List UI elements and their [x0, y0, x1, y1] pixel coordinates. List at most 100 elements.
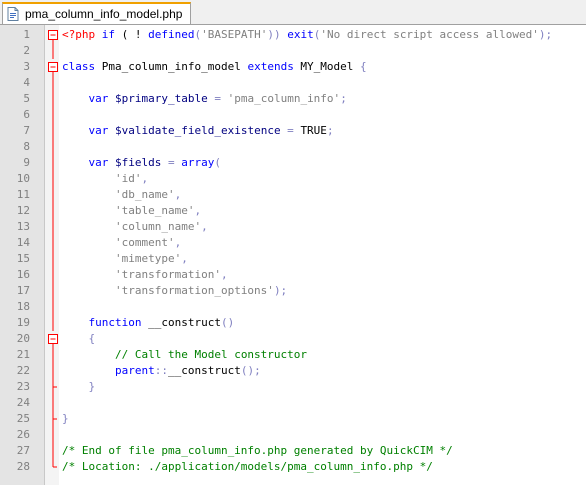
line-number: 10 — [16, 172, 30, 185]
fold-guide-icon — [48, 187, 58, 203]
code-line[interactable]: 20 { — [0, 331, 586, 347]
line-number: 18 — [16, 300, 30, 313]
code-token: __construct — [167, 364, 241, 377]
fold-guide-icon — [48, 363, 58, 379]
code-text: /* End of file pma_column_info.php gener… — [62, 443, 453, 459]
code-token: = — [161, 156, 182, 169]
code-token: ( — [214, 156, 221, 169]
code-line[interactable]: 10 'id', — [0, 171, 586, 187]
code-token: exit — [287, 28, 314, 41]
line-number: 25 — [16, 412, 30, 425]
code-text: { — [62, 331, 96, 347]
code-token: 'transformation_options' — [114, 284, 274, 297]
code-text: 'table_name', — [62, 203, 201, 219]
code-editor[interactable]: 1 <?php if ( ! defined('BASEPATH')) exit(… — [0, 25, 586, 485]
code-area[interactable]: 1 <?php if ( ! defined('BASEPATH')) exit(… — [0, 27, 586, 475]
code-token: $fields — [108, 156, 162, 169]
code-text: var $primary_table = 'pma_column_info'; — [62, 91, 347, 107]
fold-toggle-icon[interactable] — [48, 59, 58, 75]
code-line[interactable]: 22 parent::__construct(); — [0, 363, 586, 379]
code-line[interactable]: 18 — [0, 299, 586, 315]
code-text: } — [62, 411, 69, 427]
code-line[interactable]: 1 <?php if ( ! defined('BASEPATH')) exit(… — [0, 27, 586, 43]
code-token: (); — [240, 364, 261, 377]
code-line[interactable]: 24 — [0, 395, 586, 411]
code-text: parent::__construct(); — [62, 363, 261, 379]
code-line[interactable]: 25} — [0, 411, 586, 427]
code-token: 'id' — [114, 172, 142, 185]
line-number: 8 — [23, 140, 30, 153]
code-token: ; — [326, 124, 334, 137]
code-token: MY_Model — [293, 60, 361, 73]
file-tab[interactable]: pma_column_info_model.php — [2, 2, 192, 24]
code-line[interactable]: 15 'mimetype', — [0, 251, 586, 267]
code-token: 'No direct script access allowed' — [320, 28, 539, 41]
code-token: } — [88, 380, 96, 393]
fold-guide-icon — [48, 155, 58, 171]
fold-guide-icon — [48, 267, 58, 283]
line-number: 13 — [16, 220, 30, 233]
code-token: defined — [148, 28, 195, 41]
fold-guide-icon — [48, 251, 58, 267]
tab-bar: pma_column_info_model.php — [0, 0, 586, 25]
code-line[interactable]: 6 — [0, 107, 586, 123]
code-token: ; — [340, 92, 347, 105]
code-text: 'column_name', — [62, 219, 208, 235]
fold-guide-icon — [48, 75, 58, 91]
code-token: $primary_table — [108, 92, 208, 105]
code-token: var — [88, 92, 109, 105]
code-line[interactable]: 13 'column_name', — [0, 219, 586, 235]
code-line[interactable]: 5 var $primary_table = 'pma_column_info'… — [0, 91, 586, 107]
code-line[interactable]: 2 — [0, 43, 586, 59]
code-token: $validate_field_existence — [108, 124, 281, 137]
code-line[interactable]: 28 /* Location: ./application/models/pma_… — [0, 459, 586, 475]
line-number: 6 — [23, 108, 30, 121]
line-number: 2 — [23, 44, 30, 57]
code-text: 'id', — [62, 171, 148, 187]
code-token: ); — [538, 28, 553, 41]
code-line[interactable]: 19 function __construct() — [0, 315, 586, 331]
fold-guide-icon — [48, 443, 58, 459]
code-line[interactable]: 12 'table_name', — [0, 203, 586, 219]
code-line[interactable]: 7 var $validate_field_existence = TRUE; — [0, 123, 586, 139]
fold-guide-icon — [48, 203, 58, 219]
code-token: ( ! — [115, 28, 149, 41]
code-line[interactable]: 17 'transformation_options'); — [0, 283, 586, 299]
code-token: () — [220, 316, 235, 329]
code-token: , — [174, 188, 182, 201]
code-token: , — [141, 172, 149, 185]
code-line[interactable]: 21 // Call the Model constructor — [0, 347, 586, 363]
code-text: var $validate_field_existence = TRUE; — [62, 123, 334, 139]
code-line[interactable]: 9 var $fields = array( — [0, 155, 586, 171]
code-line[interactable]: 4 — [0, 75, 586, 91]
fold-toggle-icon[interactable] — [48, 331, 58, 347]
code-token: , — [220, 268, 228, 281]
code-line[interactable]: 14 'comment', — [0, 235, 586, 251]
fold-guide-icon — [48, 299, 58, 315]
code-line[interactable]: 23 } — [0, 379, 586, 395]
code-token: var — [88, 156, 109, 169]
code-token: 'table_name' — [114, 204, 195, 217]
line-number: 3 — [23, 60, 30, 73]
code-line[interactable]: 3 class Pma_column_info_model extends MY_… — [0, 59, 586, 75]
code-line[interactable]: 26 — [0, 427, 586, 443]
code-line[interactable]: 27 /* End of file pma_column_info.php gen… — [0, 443, 586, 459]
code-line[interactable]: 11 'db_name', — [0, 187, 586, 203]
line-number: 23 — [16, 380, 30, 393]
code-line[interactable]: 16 'transformation', — [0, 267, 586, 283]
php-file-icon — [7, 7, 19, 21]
fold-toggle-icon[interactable] — [48, 27, 58, 43]
code-token: } — [62, 412, 69, 425]
code-line[interactable]: 8 — [0, 139, 586, 155]
code-token: 'db_name' — [114, 188, 175, 201]
code-token: 'column_name' — [114, 220, 202, 233]
code-token: 'transformation' — [114, 268, 221, 281]
